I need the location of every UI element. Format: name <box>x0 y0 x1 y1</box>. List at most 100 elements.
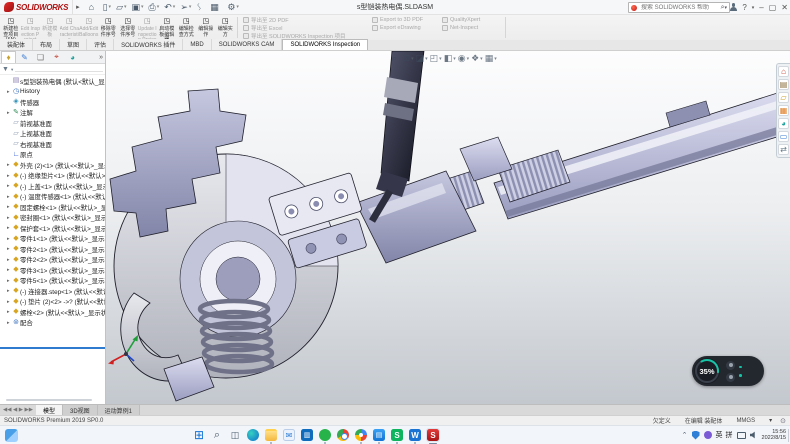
tree-item[interactable]: ▸ 保护套<1> (默认<<默认>_显示状态 <box>0 223 105 234</box>
toolbar-expander-icon[interactable]: ▸ <box>76 3 80 11</box>
status-options-icon[interactable]: ⊙ <box>780 417 786 425</box>
taskbar-app-button[interactable] <box>282 428 296 442</box>
ribbon-menu-button[interactable]: 导出至 Excel <box>243 25 282 32</box>
taskbar-app-button[interactable] <box>264 428 278 442</box>
close-button[interactable]: ✕ <box>781 3 788 12</box>
help-caret-icon[interactable]: ▾ <box>752 5 755 11</box>
view-tool-button[interactable]: ◪ ▾ <box>416 53 428 64</box>
view-tool-button[interactable]: ❖ ▾ <box>471 53 483 64</box>
tree-item[interactable]: ▸ 传感器 <box>0 97 105 108</box>
zoom-level-widget[interactable]: 35% <box>692 356 764 386</box>
panel-splitter[interactable] <box>0 347 105 349</box>
quick-toolbar-button[interactable]: ▣ ▾ <box>130 1 146 14</box>
ribbon-menu-button[interactable]: QualityXpert <box>442 17 480 24</box>
ribbon-button[interactable]: ◳ 编辑操作 <box>196 15 216 40</box>
volume-icon[interactable] <box>750 431 758 439</box>
tree-item[interactable]: ▸ (-) 连接器.step<1> (默认<<默认> <box>0 286 105 297</box>
login-user-icon[interactable] <box>729 3 737 12</box>
view-tool-button[interactable]: ◉ ▾ <box>458 53 469 64</box>
taskbar-app-button[interactable] <box>354 428 368 442</box>
quick-toolbar-button[interactable]: ↶ ▾ <box>162 1 177 14</box>
command-tab[interactable]: SOLIDWORKS Inspection <box>282 39 368 50</box>
3d-model-canvas[interactable] <box>106 51 790 404</box>
widget-button-bottom[interactable] <box>726 373 735 382</box>
tree-item[interactable]: ▸ 零件3<1> (默认<<默认>_显示状态 <box>0 265 105 276</box>
quick-toolbar-button[interactable]: ▯ ▾ <box>101 1 113 14</box>
zoom-level-dial[interactable]: 35% <box>694 358 720 384</box>
task-pane-tab[interactable]: ⇄ <box>778 144 789 155</box>
dropdown-caret-icon[interactable]: ▾ <box>109 4 112 10</box>
taskbar-app-button[interactable] <box>336 428 350 442</box>
quick-toolbar-button[interactable]: ▦ ▾ <box>208 1 224 14</box>
tree-item[interactable]: ▸ 外壳 (2)<1> (默认<<默认>_显示状 <box>0 160 105 171</box>
ribbon-button[interactable]: ◳ 新建检查项目 (&N) <box>1 15 21 40</box>
filter-funnel-icon[interactable]: ▼ <box>2 66 9 73</box>
dropdown-caret-icon[interactable]: ▾ <box>425 56 428 62</box>
tree-item[interactable]: ▸ 零件5<1> (默认<<默认>_显示状态 <box>0 276 105 287</box>
task-pane-tab[interactable]: ▦ <box>778 105 789 116</box>
panel-tab[interactable]: ❏ <box>33 51 48 63</box>
command-tab[interactable]: SOLIDWORKS 插件 <box>114 39 183 50</box>
document-tab[interactable]: 模型 <box>36 405 63 415</box>
dropdown-caret-icon[interactable]: ▾ <box>141 4 144 10</box>
tree-item[interactable]: ▸ 右视基准面 <box>0 139 105 150</box>
panel-tab[interactable]: ♦ <box>1 51 16 63</box>
panel-tabs-overflow-icon[interactable]: » <box>99 54 103 61</box>
ime-language-indicator[interactable]: 英 <box>716 430 723 440</box>
dropdown-caret-icon[interactable]: ▾ <box>411 56 414 62</box>
command-tab[interactable]: MBD <box>183 39 211 50</box>
tree-item[interactable]: ▸ (-) 绝缘垫片<1> (默认<<默认>_显 <box>0 171 105 182</box>
document-tab[interactable]: 运动算例1 <box>98 405 140 415</box>
taskbar-app-button[interactable] <box>228 428 242 442</box>
graphics-viewport[interactable]: ⌕ ▾ ⊡ ▾ ◪ ▾ ◰ ▾ ◧ ▾ ◉ ▾ ❖ <box>106 51 790 404</box>
tree-item[interactable]: ▸ (-) 垫片 (2)<2> ->? (默认<<默认 <box>0 297 105 308</box>
ribbon-button[interactable]: ◳ Update Inspection Project <box>138 15 158 40</box>
ime-tool-icon[interactable] <box>704 431 712 439</box>
status-item[interactable]: 在编辑 装配体 <box>685 416 723 425</box>
document-tab[interactable]: 3D视图 <box>63 405 98 415</box>
ribbon-button[interactable]: ◳ 移除零件序号 <box>99 15 119 40</box>
minimize-button[interactable]: – <box>759 3 763 12</box>
widgets-icon[interactable] <box>5 429 18 442</box>
taskbar-app-button[interactable] <box>426 428 440 442</box>
view-tool-button[interactable]: ▦ ▾ <box>485 53 497 64</box>
view-tool-button[interactable]: ⌕ ▾ <box>392 53 401 64</box>
tray-chevron-icon[interactable]: ⌃ <box>682 431 688 439</box>
tree-item[interactable]: ▸ (-) 上盖<1> (默认<<默认>_显示状 <box>0 181 105 192</box>
tree-item[interactable]: ▸ 原点 <box>0 150 105 161</box>
dropdown-caret-icon[interactable]: ▾ <box>236 4 239 10</box>
quick-toolbar-button[interactable]: ⌂ ▾ <box>87 1 100 14</box>
quick-toolbar-button[interactable]: ⚙ ▾ <box>225 1 241 14</box>
ribbon-button[interactable]: ◳ Add/Edit Balloons <box>79 15 99 40</box>
quick-toolbar-button[interactable]: ⎙ ▾ <box>147 1 162 14</box>
ribbon-menu-button[interactable]: 导出至 2D PDF <box>243 17 289 24</box>
tree-item[interactable]: ▸ 零件2<1> (默认<<默认>_显示状态 <box>0 244 105 255</box>
tab-scroll-buttons[interactable]: ◀◀ ◀ ▶ ▶▶ <box>0 405 36 415</box>
taskbar-app-button[interactable] <box>408 428 422 442</box>
dropdown-caret-icon[interactable]: ▾ <box>189 4 192 10</box>
status-item[interactable]: ▾ <box>769 417 772 424</box>
command-tab[interactable]: 草图 <box>60 39 87 50</box>
help-search-box[interactable]: ⌕ ▾ <box>628 2 730 13</box>
command-tab[interactable]: 评估 <box>87 39 114 50</box>
filter-caret-icon[interactable]: ▾ <box>11 66 13 73</box>
view-tool-button[interactable]: ◰ ▾ <box>430 53 442 64</box>
dropdown-caret-icon[interactable]: ▾ <box>124 4 127 10</box>
display-tray-icon[interactable] <box>737 432 746 439</box>
ribbon-button[interactable]: ◳ 编辑检查方式 <box>177 15 197 40</box>
taskbar-app-button[interactable] <box>300 428 314 442</box>
dropdown-caret-icon[interactable]: ▾ <box>173 4 176 10</box>
ribbon-button[interactable]: ◳ 编辑实方 <box>216 15 236 40</box>
quick-toolbar-button[interactable]: ᛊ ▾ <box>194 1 207 14</box>
tree-item[interactable]: ▸ History <box>0 87 105 98</box>
tree-item[interactable]: ▸ 注解 <box>0 108 105 119</box>
ribbon-menu-button[interactable]: Export to 3D PDF <box>372 17 423 24</box>
quick-toolbar-button[interactable]: ▱ ▾ <box>114 1 128 14</box>
search-caret-icon[interactable]: ▾ <box>724 5 727 11</box>
panel-tab[interactable]: ⌖ <box>49 51 64 63</box>
model-mid-housing[interactable] <box>356 137 512 263</box>
panel-horizontal-scrollbar[interactable] <box>6 399 92 401</box>
search-input[interactable] <box>639 4 721 12</box>
ribbon-button[interactable]: ◳ Add Characteristic <box>60 15 80 40</box>
quick-toolbar-button[interactable]: ➢ ▾ <box>178 1 193 14</box>
